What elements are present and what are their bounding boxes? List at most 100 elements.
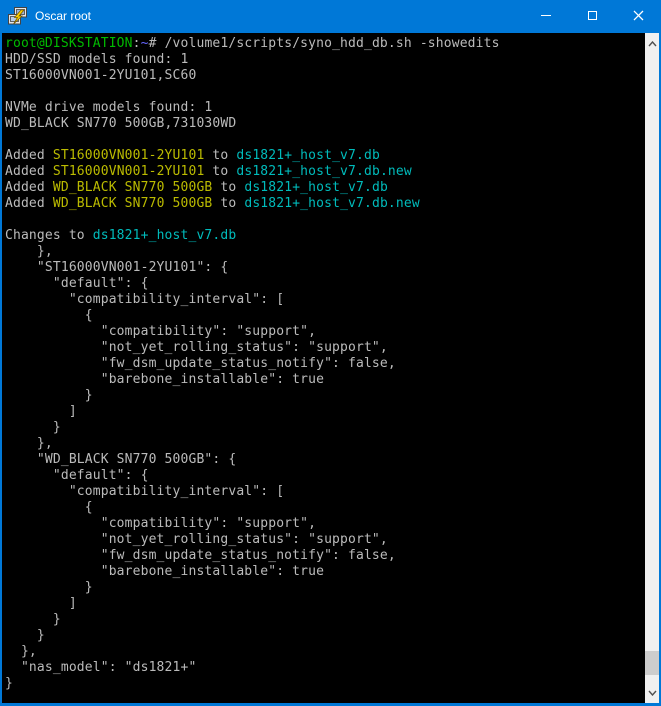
terminal-text-segment: }, <box>5 644 37 659</box>
terminal-line: Added ST16000VN001-2YU101 to ds1821+_hos… <box>5 148 645 164</box>
terminal-line <box>5 84 645 100</box>
terminal-text-segment: to <box>212 180 244 195</box>
terminal-text-segment: NVMe drive models found: 1 <box>5 100 212 115</box>
terminal-line: NVMe drive models found: 1 <box>5 100 645 116</box>
terminal-line: "fw_dsm_update_status_notify": false, <box>5 356 645 372</box>
terminal-text-segment: Changes to <box>5 228 93 243</box>
terminal-line: }, <box>5 244 645 260</box>
terminal-text-segment: # /volume1/scripts/syno_hdd_db.sh -showe… <box>149 36 500 51</box>
terminal-line: }, <box>5 436 645 452</box>
terminal-output: root@DISKSTATION:~# /volume1/scripts/syn… <box>5 36 645 692</box>
maximize-button[interactable] <box>569 0 615 31</box>
terminal-line: "fw_dsm_update_status_notify": false, <box>5 548 645 564</box>
terminal-text-segment: } <box>5 628 45 643</box>
terminal-line: } <box>5 612 645 628</box>
terminal-line: "default": { <box>5 468 645 484</box>
terminal-line: ] <box>5 404 645 420</box>
terminal-text-segment: WD_BLACK SN770 500GB,731030WD <box>5 116 236 131</box>
terminal-text-segment: } <box>5 580 93 595</box>
putty-window: Oscar root root@DISKSTATION:~# /volume1/… <box>0 0 661 706</box>
terminal-text-segment: } <box>5 388 93 403</box>
terminal-line: "not_yet_rolling_status": "support", <box>5 340 645 356</box>
putty-app-icon <box>8 6 28 26</box>
terminal-text-segment: }, <box>5 436 53 451</box>
terminal-line: Added ST16000VN001-2YU101 to ds1821+_hos… <box>5 164 645 180</box>
terminal-text-segment: "compatibility_interval": [ <box>5 292 284 307</box>
terminal-text-segment: "fw_dsm_update_status_notify": false, <box>5 356 396 371</box>
terminal-text-segment: ST16000VN001-2YU101 <box>53 164 205 179</box>
terminal-text-segment: root@DISKSTATION <box>5 36 133 51</box>
terminal-text-segment: Added <box>5 148 53 163</box>
terminal-text-segment: WD_BLACK SN770 500GB <box>53 180 213 195</box>
terminal-text-segment: "barebone_installable": true <box>5 372 324 387</box>
terminal-line: "compatibility_interval": [ <box>5 292 645 308</box>
terminal-line: Changes to ds1821+_host_v7.db <box>5 228 645 244</box>
terminal-text-segment: : <box>133 36 141 51</box>
terminal-text-segment: WD_BLACK SN770 500GB <box>53 196 213 211</box>
terminal-text-segment: "WD_BLACK SN770 500GB": { <box>5 452 236 467</box>
terminal-text-segment: } <box>5 420 61 435</box>
terminal-text-segment: { <box>5 500 93 515</box>
terminal-line: "ST16000VN001-2YU101": { <box>5 260 645 276</box>
chevron-down-icon <box>648 690 657 696</box>
terminal-text-segment: Added <box>5 196 53 211</box>
terminal-line: root@DISKSTATION:~# /volume1/scripts/syn… <box>5 36 645 52</box>
terminal-line: "not_yet_rolling_status": "support", <box>5 532 645 548</box>
window-content: root@DISKSTATION:~# /volume1/scripts/syn… <box>2 33 659 703</box>
terminal-text-segment: to <box>204 148 236 163</box>
terminal-text-segment: "default": { <box>5 468 149 483</box>
scroll-up-button[interactable] <box>645 35 659 52</box>
terminal-text-segment: to <box>212 196 244 211</box>
terminal-line: WD_BLACK SN770 500GB,731030WD <box>5 116 645 132</box>
terminal-text-segment: "not_yet_rolling_status": "support", <box>5 340 388 355</box>
terminal-text-segment: "compatibility": "support", <box>5 516 316 531</box>
terminal-line: { <box>5 308 645 324</box>
terminal-line: "nas_model": "ds1821+" <box>5 660 645 676</box>
terminal-line: } <box>5 676 645 692</box>
terminal-line: "barebone_installable": true <box>5 372 645 388</box>
close-button[interactable] <box>615 0 661 31</box>
terminal-line: "compatibility": "support", <box>5 324 645 340</box>
terminal-text-segment: ds1821+_host_v7.db <box>236 148 380 163</box>
terminal-line: "WD_BLACK SN770 500GB": { <box>5 452 645 468</box>
terminal-text-segment: "not_yet_rolling_status": "support", <box>5 532 388 547</box>
terminal-text-segment: HDD/SSD models found: 1 <box>5 52 188 67</box>
terminal-line: { <box>5 500 645 516</box>
terminal-line <box>5 132 645 148</box>
scroll-down-button[interactable] <box>645 684 659 701</box>
terminal-text-segment: "barebone_installable": true <box>5 564 324 579</box>
minimize-icon <box>541 15 551 16</box>
close-icon <box>633 10 644 21</box>
terminal-line: HDD/SSD models found: 1 <box>5 52 645 68</box>
terminal-line: } <box>5 580 645 596</box>
terminal-line: "compatibility_interval": [ <box>5 484 645 500</box>
terminal-text-segment: "compatibility": "support", <box>5 324 316 339</box>
scrollbar[interactable] <box>645 33 659 703</box>
scrollbar-thumb[interactable] <box>645 651 659 675</box>
titlebar[interactable]: Oscar root <box>0 0 661 31</box>
maximize-icon <box>588 11 597 20</box>
terminal-text-segment: ~ <box>141 36 149 51</box>
terminal-line: } <box>5 628 645 644</box>
terminal-text-segment: "fw_dsm_update_status_notify": false, <box>5 548 396 563</box>
terminal-screen[interactable]: root@DISKSTATION:~# /volume1/scripts/syn… <box>2 33 645 703</box>
terminal-text-segment: ] <box>5 596 77 611</box>
terminal-line: "barebone_installable": true <box>5 564 645 580</box>
terminal-text-segment: "compatibility_interval": [ <box>5 484 284 499</box>
terminal-text-segment: ST16000VN001-2YU101 <box>53 148 205 163</box>
terminal-text-segment: ds1821+_host_v7.db <box>93 228 237 243</box>
terminal-text-segment: } <box>5 612 61 627</box>
terminal-text-segment: ds1821+_host_v7.db <box>244 180 388 195</box>
window-title: Oscar root <box>35 9 91 23</box>
terminal-text-segment: }, <box>5 244 53 259</box>
terminal-text-segment: ] <box>5 404 77 419</box>
terminal-text-segment: ds1821+_host_v7.db.new <box>244 196 420 211</box>
terminal-line: ] <box>5 596 645 612</box>
terminal-text-segment: "nas_model": "ds1821+" <box>5 660 196 675</box>
terminal-line: } <box>5 388 645 404</box>
terminal-text-segment: ST16000VN001-2YU101,SC60 <box>5 68 196 83</box>
minimize-button[interactable] <box>523 0 569 31</box>
terminal-text-segment: ds1821+_host_v7.db.new <box>236 164 412 179</box>
terminal-line: Added WD_BLACK SN770 500GB to ds1821+_ho… <box>5 180 645 196</box>
terminal-text-segment: Added <box>5 164 53 179</box>
